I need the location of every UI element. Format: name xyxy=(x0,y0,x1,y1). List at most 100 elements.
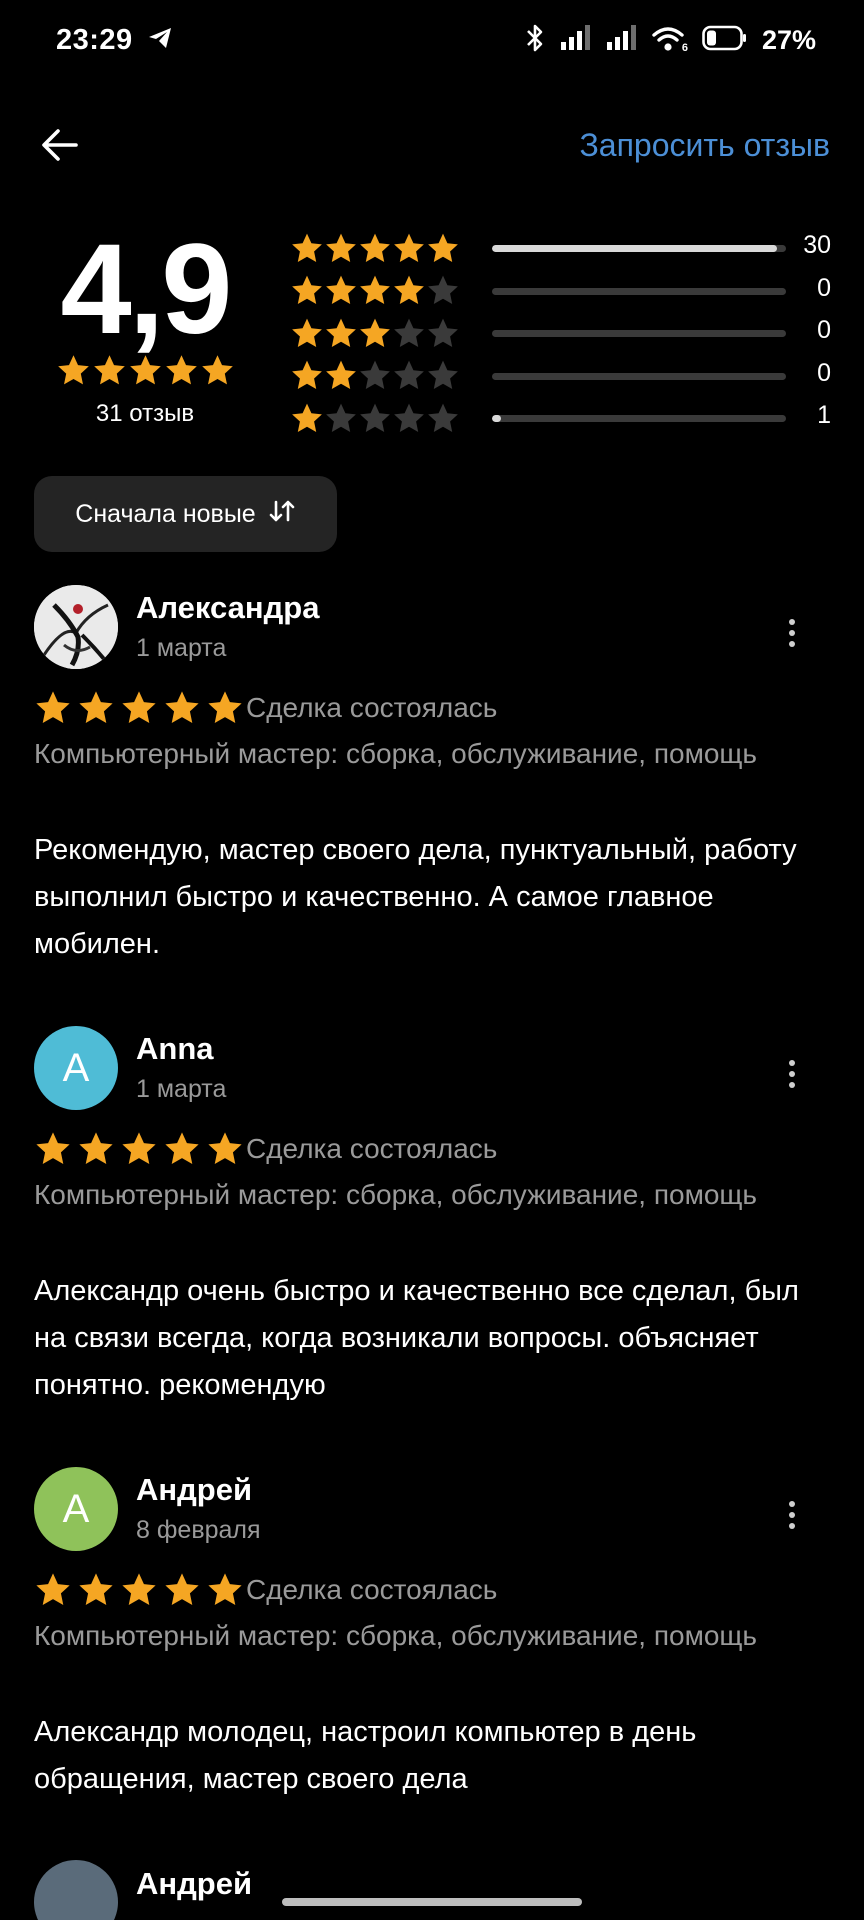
review-count: 31 отзыв xyxy=(95,400,195,427)
review-text: Александр очень быстро и качественно все… xyxy=(34,1275,799,1401)
telegram-icon xyxy=(147,26,173,55)
star-icon xyxy=(428,360,458,390)
average-rating: 4,9 xyxy=(60,218,233,361)
avatar-photo-icon xyxy=(34,585,118,669)
distribution-count: 0 xyxy=(817,273,831,302)
review-stars xyxy=(34,1130,244,1168)
avatar[interactable] xyxy=(34,1860,118,1920)
star-icon xyxy=(360,360,390,390)
star-icon xyxy=(326,403,356,432)
star-icon xyxy=(292,233,322,262)
rating-distribution: 30 0 0 0 1 xyxy=(290,227,836,440)
distribution-count: 1 xyxy=(817,401,831,429)
distribution-bar xyxy=(492,245,786,252)
distribution-row-5: 30 xyxy=(290,227,836,270)
distribution-stars xyxy=(290,358,460,393)
star-icon xyxy=(122,691,156,724)
battery-icon xyxy=(702,25,748,56)
signal-icon-1 xyxy=(560,24,592,56)
signal-icon-2 xyxy=(606,24,638,56)
star-icon xyxy=(36,1132,70,1165)
more-options-button[interactable] xyxy=(776,1495,808,1535)
more-options-button[interactable] xyxy=(776,613,808,653)
avatar-letter: A xyxy=(62,1045,90,1090)
star-icon xyxy=(201,355,233,385)
status-time: 23:29 xyxy=(56,23,133,56)
wifi-icon: 6 xyxy=(652,26,688,54)
star-icon xyxy=(36,1573,70,1606)
star-icon xyxy=(428,318,458,347)
deal-status: Сделка состоялась xyxy=(246,692,498,723)
service-category: Компьютерный мастер: сборка, обслуживани… xyxy=(34,1620,758,1651)
distribution-bar xyxy=(492,372,786,380)
average-rating-stars xyxy=(55,353,235,388)
star-icon xyxy=(292,360,322,390)
avatar[interactable]: A xyxy=(34,1026,118,1110)
review-stars xyxy=(34,689,244,727)
star-icon xyxy=(93,355,125,385)
review-stars xyxy=(34,1571,244,1609)
more-options-button[interactable] xyxy=(776,1054,808,1094)
deal-status: Сделка состоялась xyxy=(246,1574,498,1605)
review-text: Александр молодец, настроил компьютер в … xyxy=(34,1716,697,1795)
review-card: Андрей xyxy=(0,1860,864,1920)
wifi-badge: 6 xyxy=(681,42,688,54)
star-icon xyxy=(122,1132,156,1165)
review-card: Александра 1 марта Сделка состоялась Ком… xyxy=(0,585,864,985)
star-icon xyxy=(292,403,322,432)
distribution-stars xyxy=(290,273,460,308)
review-card: A Anna 1 марта Сделка состоялась Компьют… xyxy=(0,1026,864,1426)
distribution-bar xyxy=(492,287,786,295)
distribution-bar xyxy=(492,330,786,337)
star-icon xyxy=(394,275,424,305)
review-date: 1 марта xyxy=(136,1075,227,1103)
distribution-bar xyxy=(492,415,786,422)
star-icon xyxy=(165,691,199,724)
distribution-stars xyxy=(290,231,460,266)
distribution-count: 0 xyxy=(817,358,831,387)
star-icon xyxy=(208,691,242,724)
star-icon xyxy=(394,233,424,262)
review-author: Anna xyxy=(136,1031,214,1066)
service-category: Компьютерный мастер: сборка, обслуживани… xyxy=(34,1179,758,1210)
distribution-bar-fill xyxy=(492,415,501,422)
star-icon xyxy=(326,275,356,305)
star-icon xyxy=(208,1132,242,1165)
request-review-link[interactable]: Запросить отзыв xyxy=(579,127,830,164)
star-icon xyxy=(129,355,161,385)
star-icon xyxy=(36,691,70,724)
arrow-left-icon xyxy=(42,129,78,161)
star-icon xyxy=(394,360,424,390)
distribution-row-1: 1 xyxy=(290,397,836,440)
service-category: Компьютерный мастер: сборка, обслуживани… xyxy=(34,738,758,769)
star-icon xyxy=(428,275,458,305)
status-bar: 23:29 6 27% xyxy=(0,0,864,80)
sort-button[interactable]: Сначала новые xyxy=(34,476,337,552)
deal-status: Сделка состоялась xyxy=(246,1133,498,1164)
star-icon xyxy=(360,403,390,432)
star-icon xyxy=(122,1573,156,1606)
review-author: Андрей xyxy=(136,1472,253,1507)
distribution-count: 30 xyxy=(803,231,831,259)
distribution-stars xyxy=(290,316,460,351)
distribution-count: 0 xyxy=(817,316,831,344)
back-button[interactable] xyxy=(38,123,82,167)
reviews-screen: 23:29 6 27% Запросить отзыв 4,9 31 отзыв… xyxy=(0,0,864,1920)
review-date: 1 марта xyxy=(136,634,227,662)
distribution-bar-fill xyxy=(492,245,778,252)
avatar[interactable] xyxy=(34,585,118,669)
star-icon xyxy=(57,355,89,385)
review-author: Александра xyxy=(136,590,320,625)
avatar[interactable]: A xyxy=(34,1467,118,1551)
star-icon xyxy=(394,403,424,432)
status-left: 23:29 xyxy=(56,24,173,57)
sort-arrows-icon xyxy=(268,498,296,531)
distribution-row-2: 0 xyxy=(290,355,836,398)
avatar-letter: A xyxy=(62,1486,90,1531)
rating-summary: 4,9 31 отзыв 30 0 0 0 1 xyxy=(0,225,864,435)
star-icon xyxy=(428,403,458,432)
review-author: Андрей xyxy=(136,1866,253,1901)
star-icon xyxy=(394,318,424,347)
home-indicator[interactable] xyxy=(282,1898,582,1906)
star-icon xyxy=(326,318,356,347)
